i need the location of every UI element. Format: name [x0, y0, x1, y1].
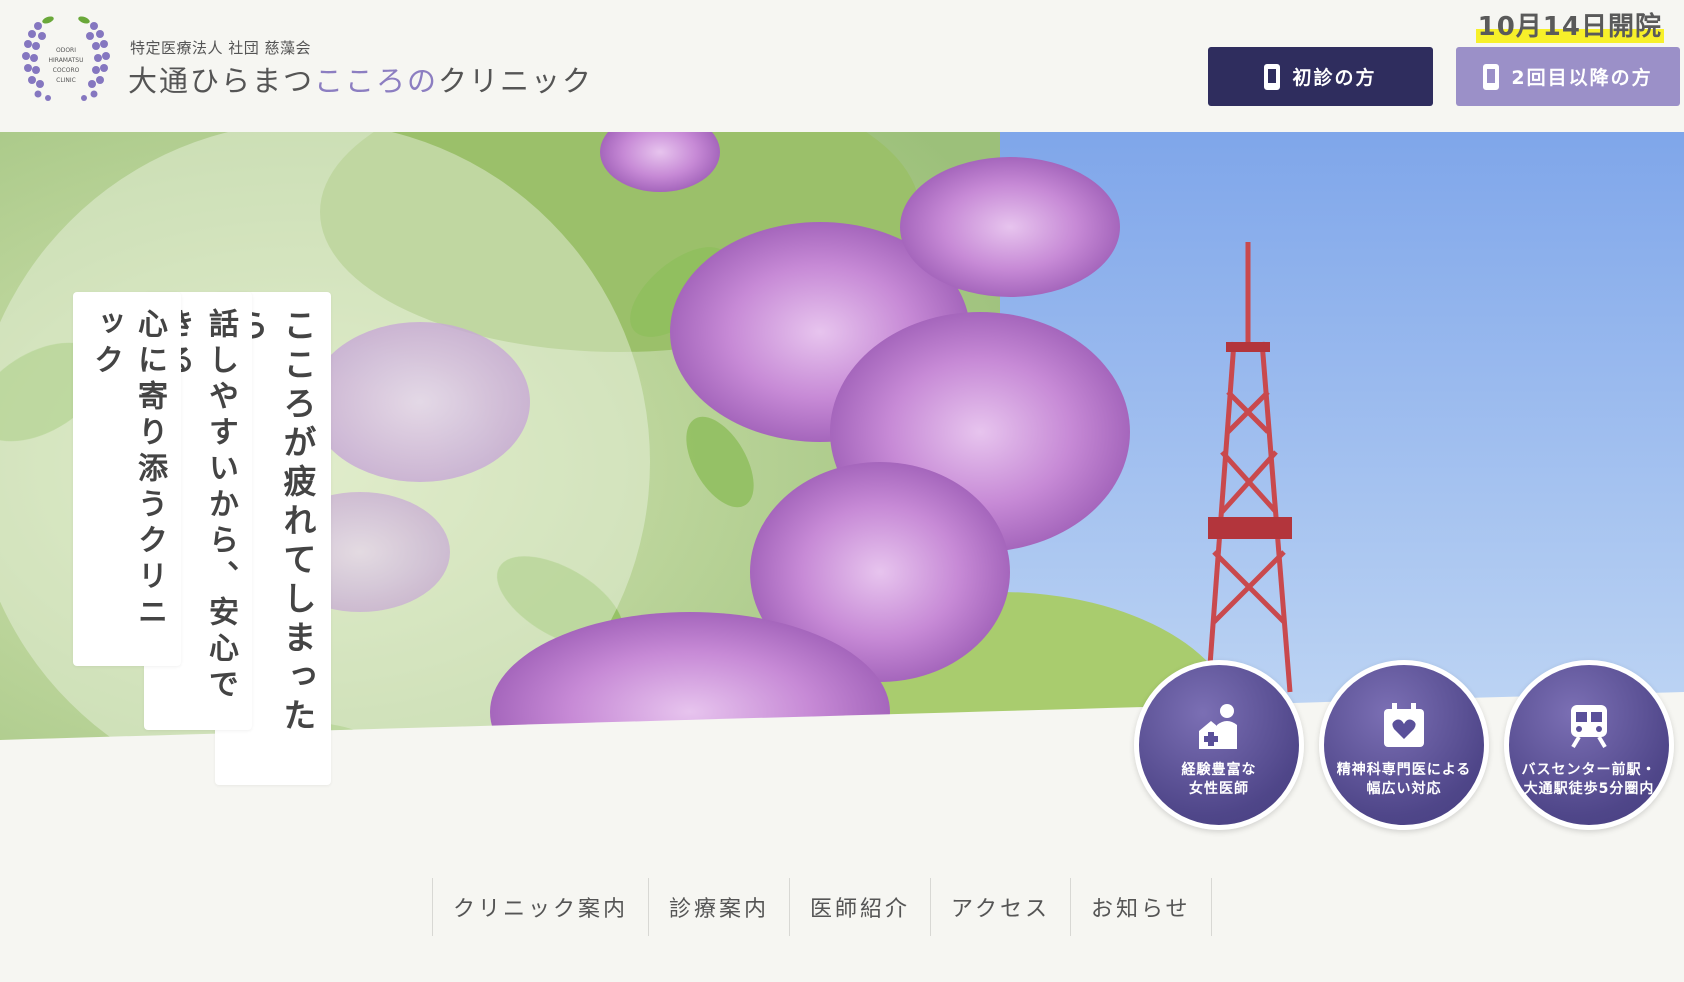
main-nav: クリニック案内 診療案内 医師紹介 アクセス お知らせ — [432, 878, 1212, 936]
heart-calendar-icon — [1384, 703, 1424, 747]
feature-female-doctor: 経験豊富な 女性医師 — [1134, 660, 1304, 830]
logo-text-4: CLINIC — [56, 77, 76, 84]
clinic-name-prefix: 大通ひらまつ — [128, 64, 315, 98]
feature-2-line2: 幅広い対応 — [1366, 781, 1442, 797]
repeat-visit-button[interactable]: 2回目以降の方 — [1456, 47, 1680, 106]
nav-news[interactable]: お知らせ — [1069, 878, 1212, 936]
bus-icon — [1571, 705, 1607, 749]
clinic-name-accent: こころの — [314, 64, 439, 98]
logo-text-2: HIRAMATSU — [49, 57, 84, 64]
tablet-icon — [1264, 63, 1281, 90]
feature-3-line1: バスセンター前駅・ — [1521, 762, 1657, 778]
logo-text-1: ODORI — [56, 47, 76, 54]
logo-text-3: COCORO — [53, 67, 80, 74]
opening-date: 10月14日開院 — [1475, 6, 1664, 43]
feature-access: バスセンター前駅・ 大通駅徒歩5分圏内 — [1504, 660, 1674, 830]
feature-psychiatrist: 精神科専門医による 幅広い対応 — [1319, 660, 1489, 830]
hero-tagline-3: 心に寄り添うクリニック — [73, 292, 181, 666]
nav-access[interactable]: アクセス — [930, 878, 1070, 936]
feature-3-line2: 大通駅徒歩5分圏内 — [1523, 781, 1655, 797]
doctor-icon — [1199, 704, 1237, 749]
clinic-logo[interactable]: ODORI HIRAMATSU COCORO CLINIC — [18, 12, 114, 108]
first-visit-label: 初診の方 — [1292, 67, 1377, 89]
tablet-icon — [1483, 63, 1500, 90]
nav-medical-info[interactable]: 診療案内 — [648, 878, 789, 936]
repeat-visit-label: 2回目以降の方 — [1511, 67, 1653, 89]
feature-1-line1: 経験豊富な — [1181, 762, 1257, 778]
feature-1-line2: 女性医師 — [1189, 781, 1249, 797]
nav-clinic-info[interactable]: クリニック案内 — [432, 878, 648, 936]
org-name: 特定医療法人 社団 慈藻会 — [130, 39, 312, 57]
clinic-name[interactable]: 大通ひらまつこころのクリニック — [128, 58, 593, 100]
feature-2-line1: 精神科専門医による — [1336, 762, 1472, 778]
nav-doctor-intro[interactable]: 医師紹介 — [789, 878, 930, 936]
first-visit-button[interactable]: 初診の方 — [1208, 47, 1433, 106]
clinic-name-suffix: クリニック — [438, 64, 594, 98]
